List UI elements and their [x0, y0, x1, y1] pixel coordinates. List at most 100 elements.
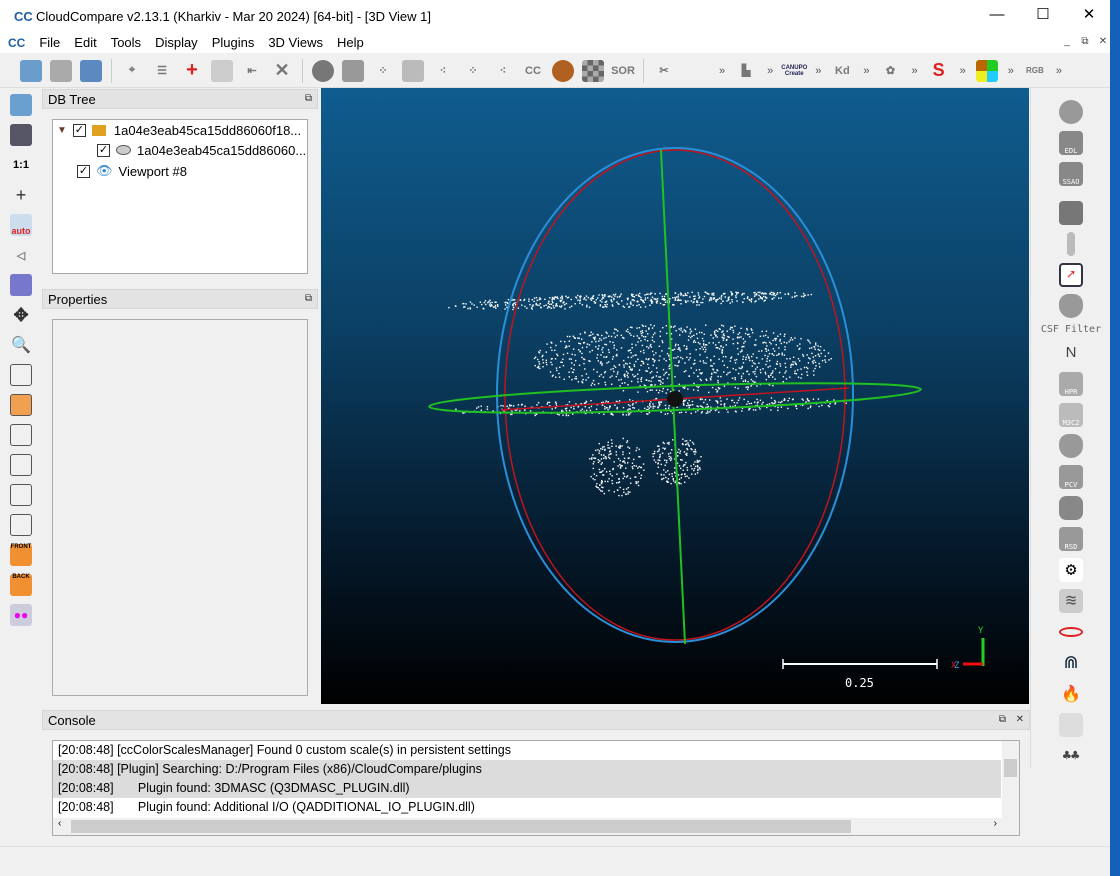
crop-icon[interactable]	[552, 59, 574, 82]
align-icon[interactable]: ⁖	[492, 60, 514, 82]
zoom-1-to-1-button[interactable]: 1:1	[10, 154, 32, 176]
mdi-restore-button[interactable]: ⧉	[1076, 34, 1094, 50]
console-close-icon[interactable]: ✕	[1016, 710, 1024, 730]
top-view-icon[interactable]	[10, 364, 32, 386]
ellipse-icon[interactable]	[1059, 626, 1083, 637]
save-all-icon[interactable]	[80, 59, 102, 82]
brush-icon[interactable]	[1067, 231, 1075, 256]
sor-filter-icon[interactable]: SOR	[611, 60, 635, 82]
console-log[interactable]: [20:08:48] [ccColorScalesManager] Found …	[52, 740, 1020, 836]
mesh-icon[interactable]	[402, 59, 424, 82]
csf-filter-button[interactable]: CSF Filter	[1031, 321, 1111, 337]
compare-icon[interactable]: CC	[522, 60, 544, 82]
minimize-button[interactable]: —	[974, 0, 1020, 32]
scatter-icon[interactable]: ⁖	[432, 60, 454, 82]
merge-icon[interactable]: ⇤	[241, 60, 263, 82]
menu-file[interactable]: File	[39, 35, 60, 50]
point-density-icon[interactable]: ⁘	[372, 60, 394, 82]
checkbox[interactable]: ✓	[97, 143, 110, 157]
auto-pivot-button[interactable]: auto	[10, 214, 32, 236]
menu-tools[interactable]: Tools	[111, 35, 141, 50]
arch-icon[interactable]: ⋒	[1059, 651, 1083, 675]
front-view-button[interactable]: FRONT	[10, 544, 32, 566]
left-view-icon[interactable]	[10, 424, 32, 446]
float-icon[interactable]: ⧉	[999, 710, 1006, 730]
scissors-icon[interactable]: ✂	[653, 60, 675, 82]
move-icon[interactable]: ✥	[10, 304, 32, 326]
properties-view[interactable]	[52, 319, 308, 696]
zoom-icon[interactable]: 🔍	[10, 334, 32, 356]
menu-edit[interactable]: Edit	[74, 35, 96, 50]
toolbar-more-button[interactable]: »	[863, 65, 869, 77]
menu-3d-views[interactable]: 3D Views	[268, 35, 323, 50]
animation-icon[interactable]	[1059, 200, 1083, 225]
toolbar-more-button[interactable]: »	[960, 65, 966, 77]
rgb-icon[interactable]: RGB	[1024, 60, 1046, 82]
tree-item-cloud[interactable]: ✓ 1a04e3eab45ca15dd86060...	[97, 140, 306, 160]
north-arrow-button[interactable]: N	[1031, 337, 1111, 368]
kd-tree-icon[interactable]: Kd	[831, 60, 853, 82]
edl-shader-icon[interactable]: EDL	[1059, 130, 1083, 155]
toolbar-more-button[interactable]: »	[1008, 65, 1014, 77]
add-point-icon[interactable]: +	[181, 59, 203, 82]
tree-item-folder[interactable]: ▼ ✓ 1a04e3eab45ca15dd86060f18...	[57, 120, 301, 140]
hpr-icon[interactable]: HPR	[1059, 371, 1083, 396]
camera-icon[interactable]	[10, 124, 32, 146]
canupo-icon[interactable]: CANUPO Create	[781, 60, 807, 82]
ssao-shader-icon[interactable]: SSAO	[1059, 161, 1083, 186]
back-view-button[interactable]: BACK	[10, 574, 32, 596]
layers-icon[interactable]: ≋	[1059, 588, 1083, 613]
trees-icon[interactable]: ♣♣	[1059, 744, 1083, 768]
csf-shield-icon[interactable]	[1059, 293, 1083, 318]
vertical-scrollbar[interactable]	[1002, 741, 1019, 818]
float-icon[interactable]: ⧉	[305, 89, 312, 109]
toolbar-more-button[interactable]: »	[1056, 65, 1062, 77]
scrollbar-thumb[interactable]	[1004, 759, 1017, 777]
close-button[interactable]: ✕	[1066, 0, 1112, 32]
db-tree-view[interactable]: ▼ ✓ 1a04e3eab45ca15dd86060f18... ✓ 1a04e3ea…	[52, 119, 308, 274]
section-icon[interactable]: S	[928, 60, 950, 82]
toolbar-more-button[interactable]: »	[719, 65, 725, 77]
subsample-icon[interactable]	[312, 59, 334, 82]
fire-icon[interactable]: 🔥	[1059, 682, 1083, 706]
pick-rotation-center-icon[interactable]: ⌖	[121, 60, 143, 82]
maximize-button[interactable]: ☐	[1020, 0, 1066, 32]
perspective-icon[interactable]: ◁	[10, 244, 32, 266]
list-icon[interactable]: ☰	[151, 60, 173, 82]
open-icon[interactable]	[20, 59, 42, 82]
cube-view-icon[interactable]	[10, 274, 32, 296]
toolbar-more-button[interactable]: »	[815, 65, 821, 77]
rsd-icon[interactable]: RSD	[1059, 526, 1083, 551]
menu-help[interactable]: Help	[337, 35, 364, 50]
normals-icon[interactable]	[342, 59, 364, 82]
bottom-view-icon[interactable]	[10, 484, 32, 506]
shield-icon[interactable]	[1059, 433, 1083, 458]
menu-plugins[interactable]: Plugins	[212, 35, 255, 50]
checker-icon[interactable]	[582, 59, 604, 82]
horizontal-scrollbar[interactable]: ‹ ›	[53, 818, 1019, 835]
compass-icon[interactable]: ➚	[1059, 262, 1083, 287]
color-train-icon[interactable]	[975, 59, 998, 82]
toolbar-more-button[interactable]: »	[767, 65, 773, 77]
m3c2-icon[interactable]: M3C2	[1059, 402, 1083, 427]
global-zoom-icon[interactable]	[10, 94, 32, 116]
mdi-minimize-button[interactable]: _	[1058, 34, 1076, 50]
stereo-icon[interactable]: ●●	[10, 604, 32, 626]
toolbar-more-button[interactable]: »	[912, 65, 918, 77]
delete-icon[interactable]: ✕	[271, 60, 293, 82]
no-shader-icon[interactable]	[1059, 99, 1083, 124]
pivot-icon[interactable]: +	[10, 184, 32, 206]
menu-display[interactable]: Display	[155, 35, 198, 50]
front-face-view-icon[interactable]	[10, 394, 32, 416]
scrollbar-thumb[interactable]	[71, 820, 851, 833]
3d-view[interactable]: 0.25 Y X Z	[321, 88, 1029, 704]
registration-icon[interactable]: ⁘	[462, 60, 484, 82]
expand-arrow-icon[interactable]: ▼	[57, 125, 67, 136]
clone-icon[interactable]	[211, 59, 233, 82]
checkbox[interactable]: ✓	[72, 123, 86, 137]
right-view-icon[interactable]	[10, 454, 32, 476]
ruler-icon[interactable]	[1059, 712, 1083, 737]
polygon-icon[interactable]	[1059, 495, 1083, 520]
checkbox[interactable]: ✓	[77, 164, 90, 178]
histogram-icon[interactable]: ▙	[735, 60, 757, 82]
